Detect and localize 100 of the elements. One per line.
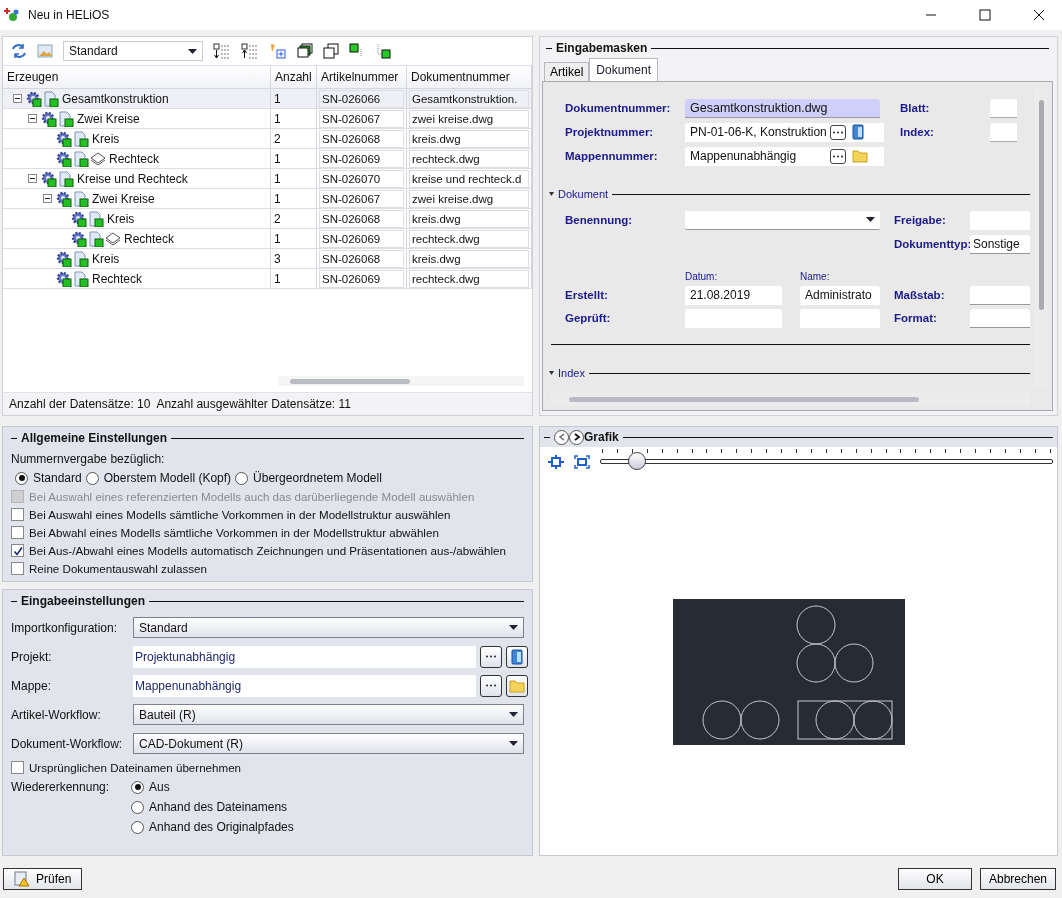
input-field[interactable]: Gesamtkonstruktion.dwg [685,98,880,118]
checkbox[interactable] [11,761,24,774]
fit-width-icon[interactable] [548,455,564,469]
radio-button[interactable] [131,820,144,834]
radio-button[interactable] [131,800,144,814]
input-field[interactable]: Projektunabhängig [133,645,476,668]
stacked-windows-icon[interactable] [297,43,313,59]
sort-down-icon[interactable] [213,43,231,59]
radio-button[interactable] [15,471,28,485]
zoom-slider[interactable] [600,449,1053,469]
tree-row[interactable]: Gesamtkonstruktion 1 SN-026066 Gesamtkonstruktion. [3,89,532,109]
radio-button[interactable] [85,471,99,485]
date-field[interactable]: 21.08.2019 [685,285,782,305]
dropdown[interactable]: CAD-Dokument (R) [133,733,524,754]
checkbox[interactable] [11,562,24,575]
column-header[interactable]: Erzeugen [3,66,271,88]
input-field[interactable] [970,285,1030,305]
input-field[interactable]: Mappenunabhängig [685,146,830,166]
tree-row[interactable]: Kreis 2 SN-026068 kreis.dwg [3,209,532,229]
radio-option[interactable]: Übergeordnetem Modell [235,471,382,485]
refresh-icon[interactable] [11,43,27,59]
table-cell: 3 [271,249,317,268]
checkbox-label: Bei Aus-/Abwahl eines Modells automatisch Zeichnungen und Präsentationen aus-/abwählen [29,544,506,557]
input-field[interactable]: Sonstige [970,234,1030,254]
fit-screen-icon[interactable] [574,455,590,469]
table-cell: rechteck.dwg [409,269,529,288]
child-node-icon[interactable] [375,43,391,59]
browse-button[interactable] [830,124,846,140]
node-icon[interactable] [349,43,365,59]
input-field[interactable] [990,98,1017,118]
tree-row[interactable]: Kreis 3 SN-026068 kreis.dwg [3,249,532,269]
view-dropdown[interactable]: Standard [63,41,203,61]
tree-row[interactable]: Rechteck 1 SN-026069 rechteck.dwg [3,269,532,289]
browse-button[interactable] [480,645,502,668]
field-label: Dokumentnummer: [565,102,672,114]
radio-button[interactable] [131,780,144,794]
close-icon[interactable] [1033,9,1045,21]
table-cell: SN-026068 [319,249,404,268]
name-dropdown[interactable] [685,210,880,230]
add-icon[interactable] [269,43,287,59]
column-header[interactable]: Dokumentnummer [407,66,532,88]
field-label: Projektnummer: [565,126,655,138]
radio-option[interactable]: Oberstem Modell (Kopf) [85,471,232,485]
column-header[interactable]: Artikelnummer [317,66,407,88]
radio-option[interactable]: Aus [131,780,294,794]
dropdown[interactable]: Standard [133,617,524,638]
node-label: Rechteck [109,151,160,166]
node-label: Rechteck [124,231,175,246]
tab[interactable]: Artikel [544,62,590,81]
status-text: Anzahl der Datensätze: 10 [9,397,151,411]
horizontal-scrollbar[interactable] [278,376,524,386]
book-icon [511,648,523,665]
column-header[interactable]: Anzahl [271,66,317,88]
gear-icon [56,130,72,147]
maximize-icon[interactable] [979,9,991,21]
tree-row[interactable]: Zwei Kreise 1 SN-026067 zwei kreise.dwg [3,189,532,209]
tab[interactable]: Dokument [589,58,659,81]
radio-option[interactable]: Anhand des Originalpfades [131,820,294,834]
collapse-icon[interactable] [549,192,554,196]
table-cell: kreise und rechteck.d [409,169,529,188]
browse-button[interactable] [830,148,846,164]
folder-button[interactable] [506,674,528,697]
table-cell: rechteck.dwg [409,149,529,168]
checkbox-label: Ursprünglichen Dateinamen übernehmen [29,761,242,774]
forward-button[interactable] [569,429,584,445]
dropdown[interactable]: Bauteil (R) [133,704,524,725]
checkbox[interactable] [11,508,24,521]
collapse-icon[interactable] [549,371,554,375]
sort-up-icon[interactable] [241,43,259,59]
radio-button[interactable] [235,471,249,485]
input-field[interactable] [970,308,1030,328]
table-cell: SN-026066 [319,89,404,108]
copy-icon[interactable] [323,43,339,59]
project-button[interactable] [506,645,528,668]
tree-row[interactable]: Rechteck 1 SN-026069 rechteck.dwg [3,149,532,169]
ok-button[interactable]: OK [898,868,972,890]
checkbox[interactable] [11,544,24,557]
radio-option[interactable]: Anhand des Dateinamens [131,800,294,814]
tree-row[interactable]: Rechteck 1 SN-026069 rechteck.dwg [3,229,532,249]
cancel-button[interactable]: Abbrechen [980,868,1056,890]
input-field[interactable]: Mappenunabhängig [133,674,476,697]
tree-row[interactable]: Kreis 2 SN-026068 kreis.dwg [3,129,532,149]
table-cell: 1 [271,269,317,288]
back-button[interactable] [554,429,569,445]
checkbox-label: Bei Auswahl eines referenzierten Modells auch das darüberliegende Modell auswählen [29,490,475,503]
input-field[interactable]: Administrato [800,285,880,305]
table-cell: SN-026067 [319,109,404,128]
checkbox[interactable] [11,526,24,539]
radio-option[interactable]: Standard [15,471,82,485]
table-cell: rechteck.dwg [409,229,529,248]
app-icon [4,7,20,23]
field-label: Importkonfiguration: [11,620,119,635]
input-field[interactable]: PN-01-06-K, Konstruktion [685,122,830,142]
tree-row[interactable]: Kreise und Rechteck 1 SN-026070 kreise und rechteck.d [3,169,532,189]
check-button[interactable]: Prüfen [3,868,83,890]
table-cell: SN-026070 [319,169,404,188]
ellipsis-icon [832,154,844,158]
input-field[interactable] [990,122,1017,142]
tree-row[interactable]: Zwei Kreise 1 SN-026067 zwei kreise.dwg [3,109,532,129]
browse-button[interactable] [480,674,502,697]
